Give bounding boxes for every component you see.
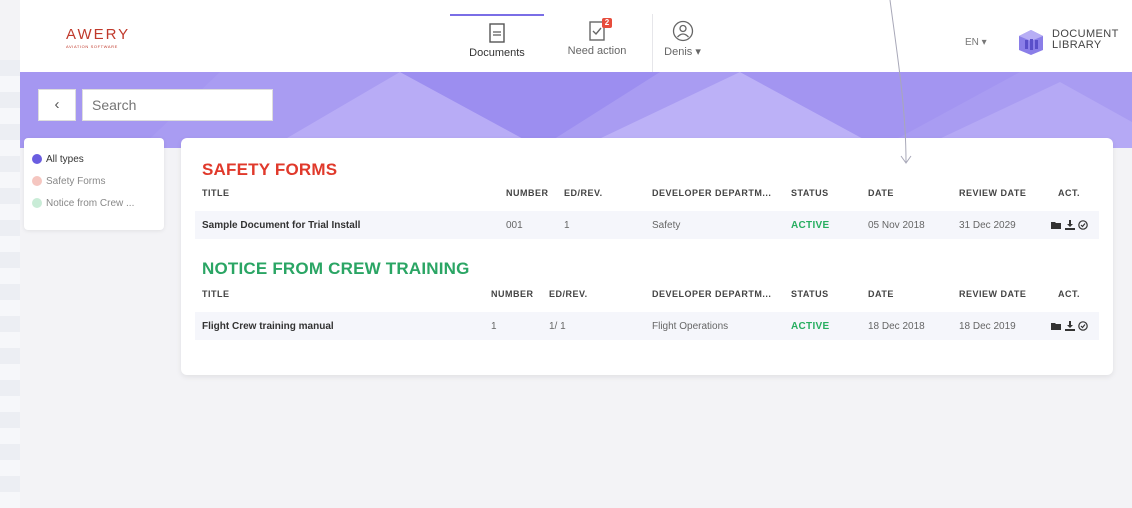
row-title[interactable]: Sample Document for Trial Install xyxy=(202,220,360,231)
col-actions: ACT. xyxy=(1058,289,1080,299)
row-review-date: 31 Dec 2029 xyxy=(959,220,1016,231)
document-library-logo-icon xyxy=(1019,30,1043,55)
row-title[interactable]: Flight Crew training manual xyxy=(202,321,334,332)
row-department: Flight Operations xyxy=(652,321,729,332)
chevron-left-icon: ‹ xyxy=(54,96,60,113)
filter-label: Safety Forms xyxy=(46,175,106,187)
row-actions xyxy=(1051,220,1088,230)
language-selector[interactable]: EN ▾ xyxy=(965,37,987,48)
awery-logo[interactable]: AWERY AVIATION SOFTWARE xyxy=(66,26,130,49)
top-header: AWERY AVIATION SOFTWARE Documents 2 Need… xyxy=(20,0,1132,72)
row-edrev: 1 xyxy=(564,220,570,231)
filter-label: All types xyxy=(46,153,84,165)
filter-safety-forms[interactable]: Safety Forms xyxy=(32,170,156,192)
row-number: 1 xyxy=(491,321,497,332)
user-avatar-icon xyxy=(672,20,693,42)
row-edrev: 1/ 1 xyxy=(549,321,566,332)
col-number[interactable]: NUMBER xyxy=(491,289,534,299)
nav-need-action[interactable]: 2 Need action xyxy=(554,14,640,72)
section-title-safety-forms: SAFETY FORMS xyxy=(202,160,338,179)
col-date[interactable]: DATE xyxy=(868,289,894,299)
filter-dot-icon xyxy=(32,198,42,208)
documents-panel: SAFETY FORMS TITLE NUMBER ED/REV. DEVELO… xyxy=(181,138,1113,375)
row-actions xyxy=(1051,321,1088,331)
language-label: EN xyxy=(965,37,979,48)
need-action-badge: 2 xyxy=(602,18,612,28)
row-number: 001 xyxy=(506,220,523,231)
back-button[interactable]: ‹ xyxy=(38,89,76,121)
chevron-down-icon: ▾ xyxy=(978,37,987,48)
download-icon[interactable] xyxy=(1065,321,1075,331)
row-review-date: 18 Dec 2019 xyxy=(959,321,1016,332)
filter-notice-crew-training[interactable]: Notice from Crew ... xyxy=(32,192,156,214)
filter-dot-icon xyxy=(32,154,42,164)
type-filter-panel: All types Safety Forms Notice from Crew … xyxy=(24,138,164,230)
col-review-date[interactable]: REVIEW DATE xyxy=(959,188,1026,198)
check-circle-icon[interactable] xyxy=(1078,220,1088,230)
row-date: 18 Dec 2018 xyxy=(868,321,925,332)
nav-user-menu[interactable]: Denis ▾ xyxy=(652,14,712,72)
document-icon xyxy=(489,23,505,43)
row-status: ACTIVE xyxy=(791,321,830,332)
document-library-title: DOCUMENT LIBRARY xyxy=(1052,29,1119,51)
col-status[interactable]: STATUS xyxy=(791,289,829,299)
col-edrev[interactable]: ED/REV. xyxy=(564,188,603,198)
download-icon[interactable] xyxy=(1065,220,1075,230)
col-review-date[interactable]: REVIEW DATE xyxy=(959,289,1026,299)
col-status[interactable]: STATUS xyxy=(791,188,829,198)
row-date: 05 Nov 2018 xyxy=(868,220,925,231)
row-department: Safety xyxy=(652,220,681,231)
col-number[interactable]: NUMBER xyxy=(506,188,549,198)
chevron-down-icon: ▾ xyxy=(692,46,701,58)
nav-need-action-label: Need action xyxy=(567,45,627,57)
col-title[interactable]: TITLE xyxy=(202,188,230,198)
doc-library-line2: LIBRARY xyxy=(1052,39,1102,51)
col-edrev[interactable]: ED/REV. xyxy=(549,289,588,299)
folder-icon[interactable] xyxy=(1051,220,1062,230)
logo-sub-text: AVIATION SOFTWARE xyxy=(66,44,118,49)
col-department[interactable]: DEVELOPER DEPARTM... xyxy=(652,188,771,198)
logo-main-text: AWERY xyxy=(66,26,131,43)
filter-label: Notice from Crew ... xyxy=(46,197,135,209)
col-title[interactable]: TITLE xyxy=(202,289,230,299)
nav-documents-label: Documents xyxy=(469,47,525,59)
filter-all-types[interactable]: All types xyxy=(32,148,156,170)
left-background-strip xyxy=(0,60,20,508)
nav-documents[interactable]: Documents xyxy=(450,14,544,72)
col-actions: ACT. xyxy=(1058,188,1080,198)
check-circle-icon[interactable] xyxy=(1078,321,1088,331)
col-department[interactable]: DEVELOPER DEPARTM... xyxy=(652,289,771,299)
nav-user-label: Denis xyxy=(664,46,693,58)
filter-dot-icon xyxy=(32,176,42,186)
col-date[interactable]: DATE xyxy=(868,188,894,198)
folder-icon[interactable] xyxy=(1051,321,1062,331)
row-status: ACTIVE xyxy=(791,220,830,231)
section-title-notice-crew-training: NOTICE FROM CREW TRAINING xyxy=(202,259,470,278)
search-input[interactable] xyxy=(82,89,273,121)
